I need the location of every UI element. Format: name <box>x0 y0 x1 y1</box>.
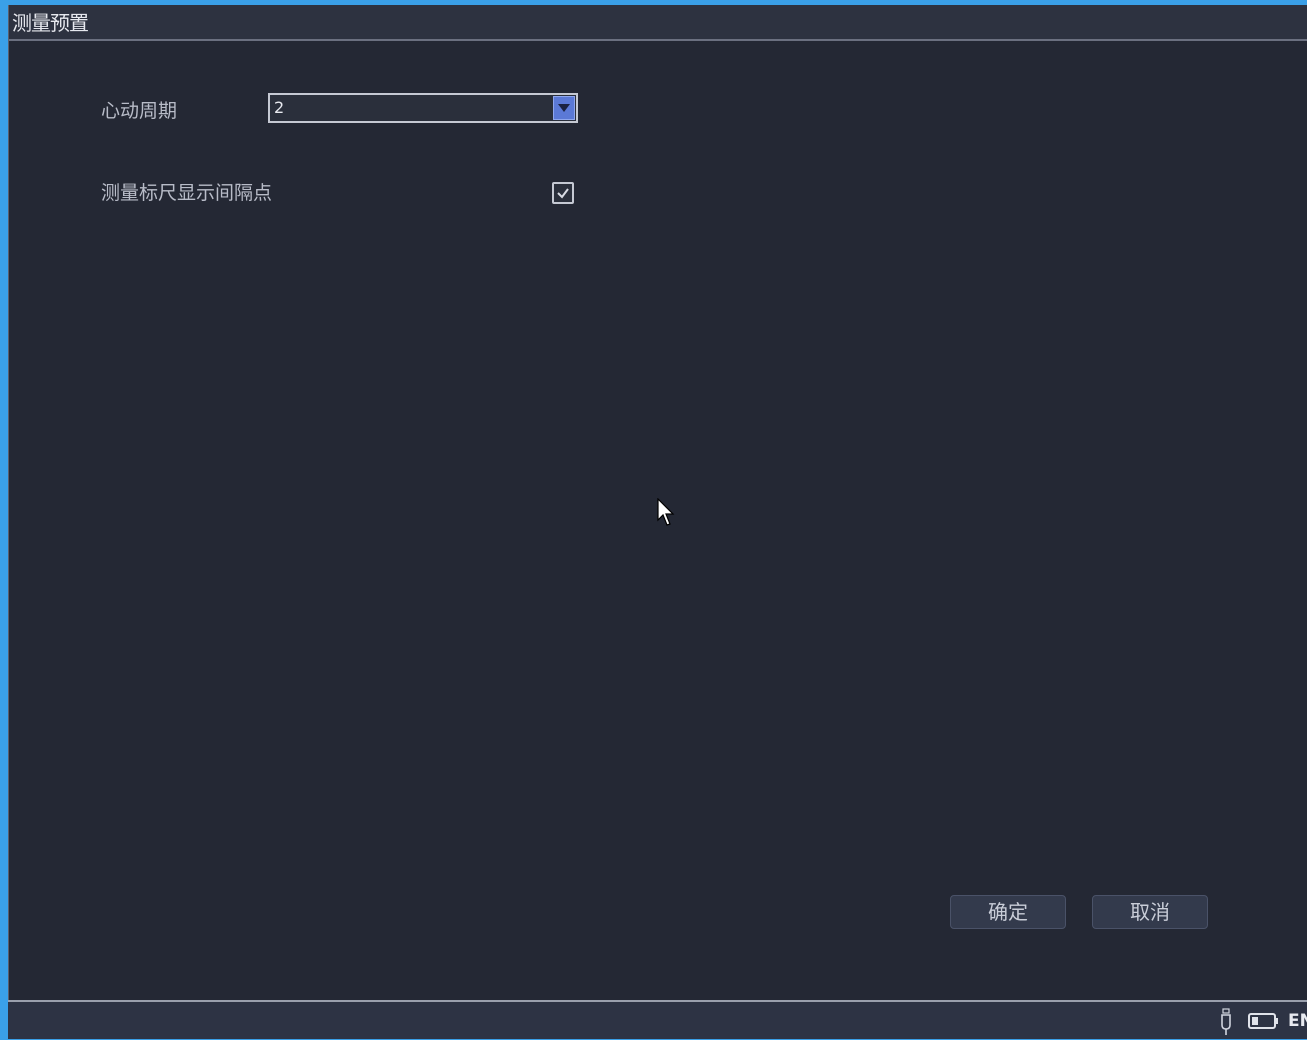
screen: 测量预置 心动周期 2 测量标尺显示间隔点 确定 取消 EN <box>0 0 1307 1039</box>
checkmark-icon <box>557 188 569 199</box>
status-bar: EN <box>8 1000 1307 1039</box>
battery-icon <box>1248 1012 1280 1034</box>
ruler-interval-label: 测量标尺显示间隔点 <box>101 182 273 204</box>
usb-icon <box>1218 1008 1234 1040</box>
ok-button[interactable]: 确定 <box>950 895 1066 929</box>
dialog-title: 测量预置 <box>12 11 89 35</box>
mouse-pointer-icon <box>657 497 677 532</box>
cancel-button[interactable]: 取消 <box>1092 895 1208 929</box>
dropdown-arrow-icon[interactable] <box>553 96 575 120</box>
dialog-titlebar: 测量预置 <box>9 5 1307 41</box>
ruler-interval-checkbox[interactable] <box>552 182 574 204</box>
heart-cycle-label: 心动周期 <box>101 100 178 122</box>
language-indicator[interactable]: EN <box>1288 1011 1307 1031</box>
heart-cycle-select[interactable]: 2 <box>268 93 578 123</box>
heart-cycle-value: 2 <box>274 98 285 117</box>
